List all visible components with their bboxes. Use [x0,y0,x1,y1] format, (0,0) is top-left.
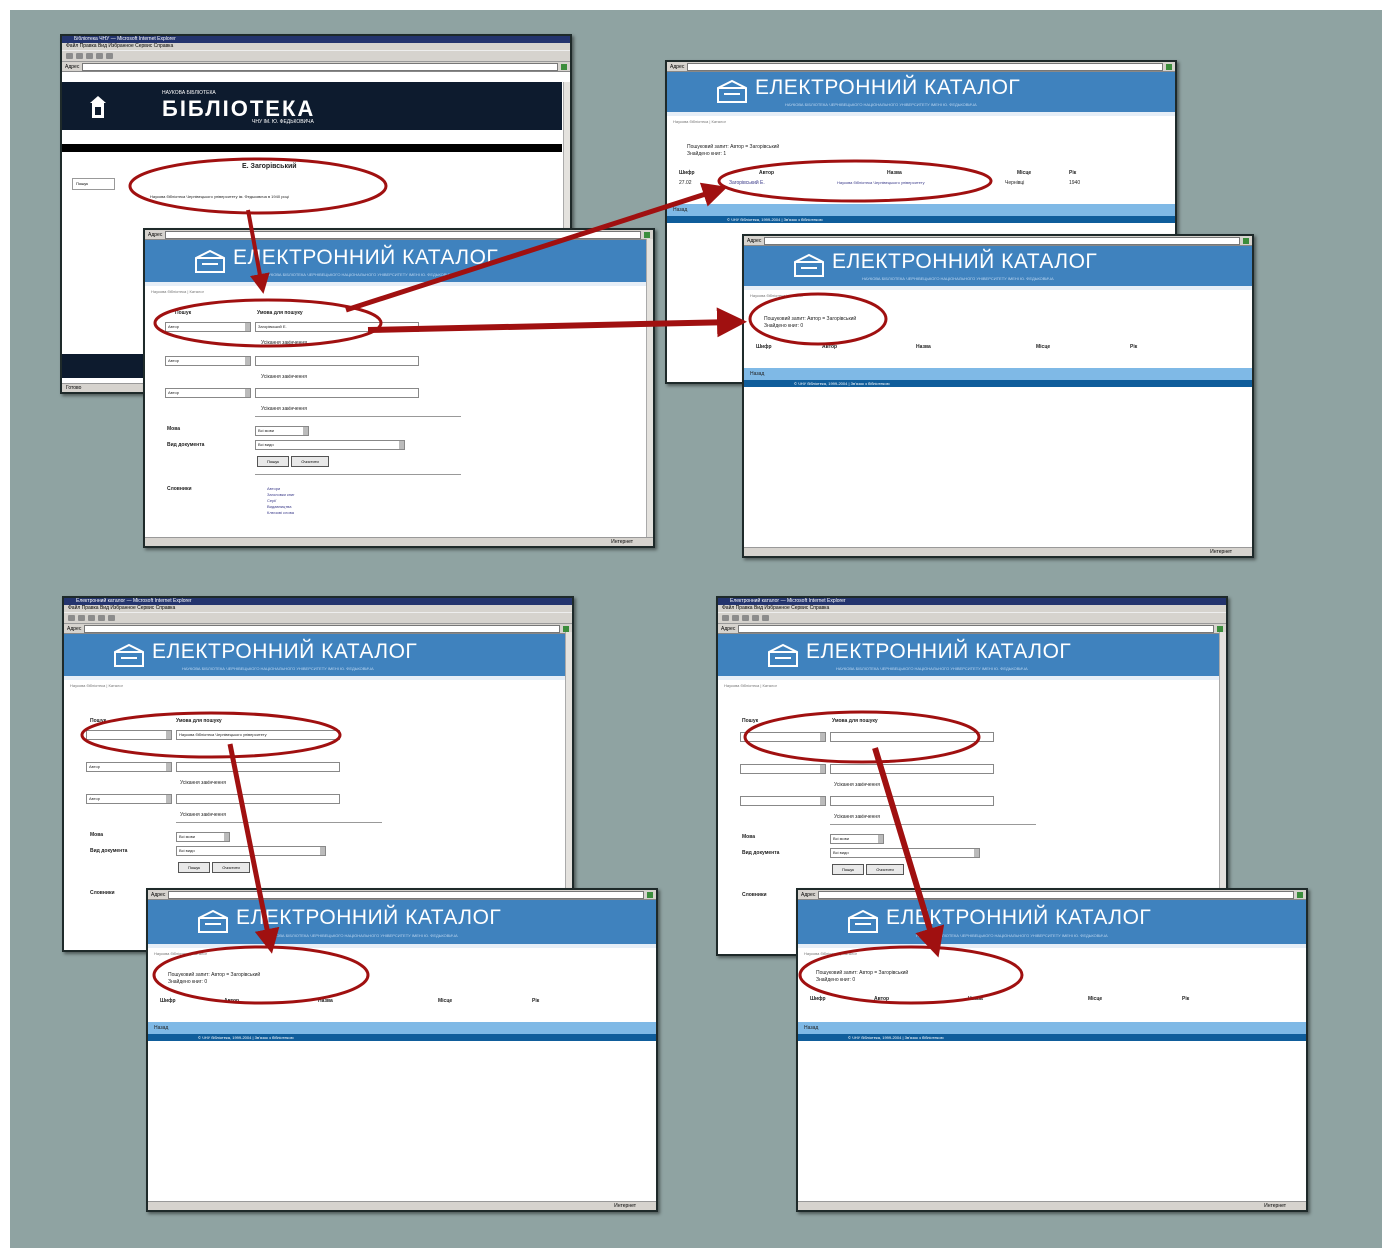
highlight-ellipse-article [128,157,388,215]
arrow-query-to-empty [367,307,747,338]
highlight-ellipse-query [153,298,383,348]
highlight-ellipse-query-3 [743,710,981,764]
highlight-ellipse-empty-result-2 [152,945,370,1005]
highlight-ellipse-empty-result-3 [798,945,1024,1005]
arrow-article-to-query [246,209,270,294]
arrow-query-to-empty-3 [872,747,945,958]
highlight-ellipse-empty-result [748,292,888,346]
highlight-ellipse-query-2 [80,711,342,759]
arrow-query-to-empty-2 [227,743,280,954]
highlight-ellipse-result-row [717,159,993,203]
arrow-query-to-result [345,182,728,313]
annotation-overlay [80,157,1024,1005]
